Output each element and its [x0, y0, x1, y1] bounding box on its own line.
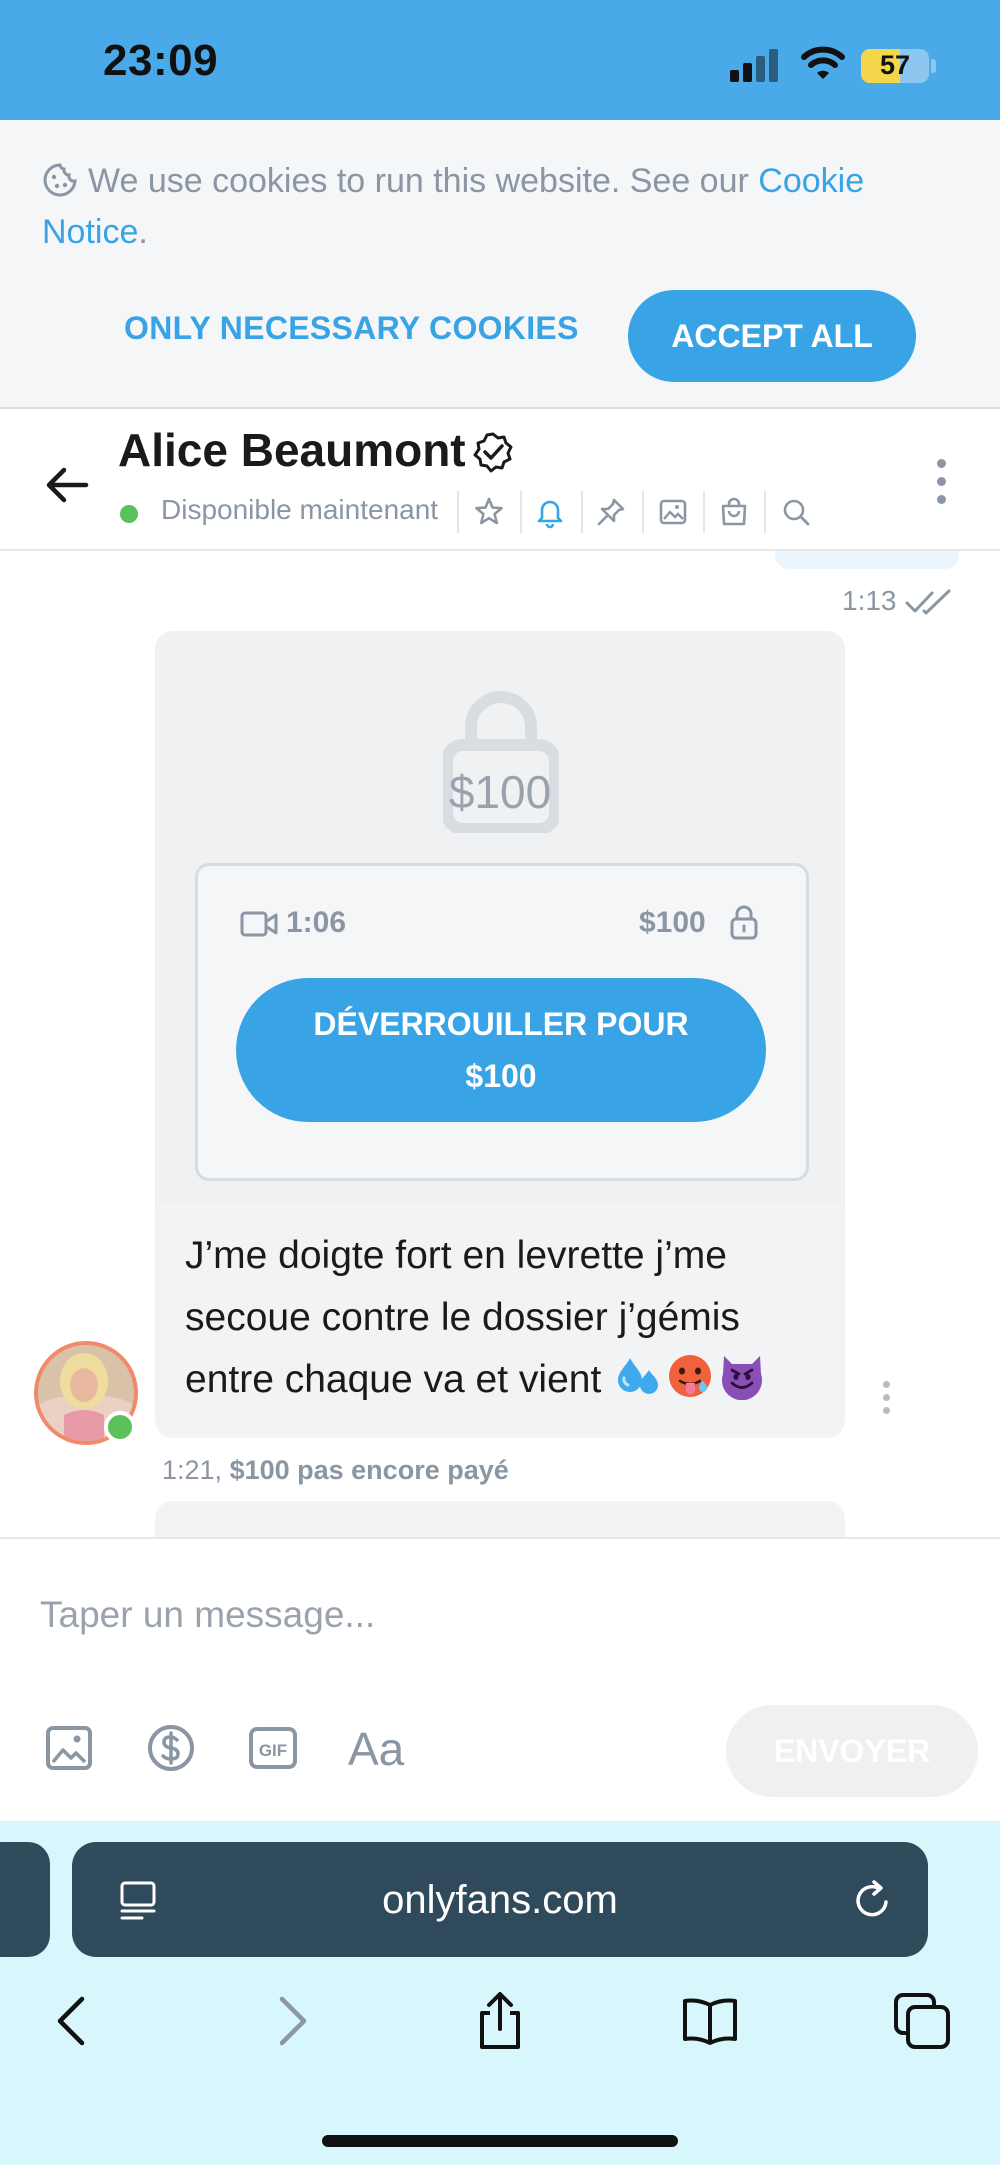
svg-text:GIF: GIF	[259, 1741, 287, 1760]
tabs-icon[interactable]	[892, 1991, 952, 2051]
ppv-price: $100	[639, 906, 706, 939]
gif-icon[interactable]: GIF	[248, 1723, 298, 1773]
more-options-icon[interactable]	[924, 457, 958, 507]
sweat-droplets-emoji-icon	[618, 1358, 659, 1394]
ppv-details-box: 1:06 $100 DÉVERROUILLER POUR $100	[195, 863, 809, 1181]
cookie-message-end: .	[138, 213, 148, 251]
back-icon[interactable]	[44, 1991, 104, 2051]
smiling-imp-emoji-icon	[722, 1356, 763, 1400]
header-separator	[457, 491, 459, 533]
pin-icon[interactable]	[594, 495, 628, 529]
previous-tab[interactable]	[0, 1842, 50, 1957]
forward-icon[interactable]	[260, 1991, 320, 2051]
hot-face-emoji-icon	[669, 1355, 712, 1397]
previous-message-time: 1:13	[842, 585, 897, 616]
cellular-signal-icon	[730, 48, 782, 82]
message-text: J’me doigte fort en levrette j’me secoue…	[185, 1225, 815, 1411]
svg-text:Aa: Aa	[348, 1723, 405, 1773]
bookmarks-icon[interactable]	[680, 1991, 740, 2051]
online-status-dot	[120, 505, 138, 523]
contact-name[interactable]: Alice Beaumont	[118, 423, 466, 477]
search-icon[interactable]	[779, 495, 813, 529]
locked-price-label: $100	[448, 766, 552, 818]
cookie-banner: We use cookies to run this website. See …	[0, 120, 1000, 409]
previous-message-bubble	[775, 551, 959, 569]
share-icon[interactable]	[470, 1991, 530, 2051]
unlock-label-line1: DÉVERROUILLER POUR	[313, 1006, 689, 1042]
cookie-text: We use cookies to run this website. See …	[42, 156, 962, 258]
battery-cap	[931, 59, 936, 73]
back-arrow-icon[interactable]	[44, 461, 92, 509]
avatar-online-dot	[104, 1411, 136, 1443]
message-time: 1:21,	[162, 1455, 223, 1485]
address-bar[interactable]: onlyfans.com	[72, 1842, 928, 1957]
image-icon[interactable]	[44, 1723, 94, 1773]
header-separator	[581, 491, 583, 533]
message-composer: GIF Aa ENVOYER	[0, 1537, 1000, 1823]
ppv-message-card: $100 1:06 $100 DÉVERROUILLER POUR $100 J’…	[155, 631, 845, 1438]
header-separator	[520, 491, 522, 533]
verified-icon	[473, 432, 513, 473]
accept-all-button[interactable]: ACCEPT ALL	[628, 290, 916, 382]
browser-toolbar: onlyfans.com	[0, 1821, 1000, 2165]
message-input[interactable]	[40, 1585, 940, 1645]
reload-icon[interactable]	[850, 1878, 894, 1922]
double-check-icon	[905, 589, 951, 615]
home-indicator	[322, 2135, 678, 2147]
battery-icon: 57	[861, 49, 929, 83]
wifi-icon	[801, 46, 845, 79]
chat-header: Alice Beaumont Disponible maintenant	[0, 409, 1000, 551]
status-time: 23:09	[103, 36, 219, 85]
header-separator	[703, 491, 705, 533]
cookie-icon	[43, 163, 77, 197]
dollar-icon[interactable]	[146, 1723, 196, 1773]
message-meta: 1:21, $100 pas encore payé	[162, 1455, 509, 1486]
send-button[interactable]: ENVOYER	[726, 1705, 978, 1797]
unlock-button[interactable]: DÉVERROUILLER POUR $100	[236, 978, 766, 1122]
next-message-bubble	[155, 1501, 845, 1537]
text-format-icon[interactable]: Aa	[346, 1723, 406, 1773]
unlock-label-line2: $100	[465, 1058, 537, 1094]
video-duration: 1:06	[286, 906, 347, 939]
url-text: onlyfans.com	[382, 1878, 618, 1922]
image-icon[interactable]	[656, 495, 690, 529]
locked-media-preview[interactable]: $100 1:06 $100 DÉVERROUILLER POUR $100	[155, 631, 845, 1203]
message-options-icon[interactable]	[878, 1379, 894, 1415]
header-separator	[764, 491, 766, 533]
battery-level: 57	[879, 50, 911, 80]
payment-status: $100 pas encore payé	[229, 1455, 509, 1485]
only-necessary-cookies-button[interactable]: ONLY NECESSARY COOKIES	[124, 310, 579, 347]
status-bar: 23:09 57	[0, 0, 1000, 120]
header-separator	[642, 491, 644, 533]
bell-icon[interactable]	[533, 495, 567, 529]
shopping-bag-icon[interactable]	[717, 495, 751, 529]
cookie-message: We use cookies to run this website. See …	[88, 162, 759, 200]
message-list[interactable]: 1:13 $100 1:06 $100 DÉVERROUILLER POUR $…	[0, 551, 1000, 1537]
video-icon	[240, 911, 278, 937]
presence-status: Disponible maintenant	[161, 494, 439, 525]
small-lock-icon	[730, 905, 758, 940]
star-icon[interactable]	[472, 495, 506, 529]
